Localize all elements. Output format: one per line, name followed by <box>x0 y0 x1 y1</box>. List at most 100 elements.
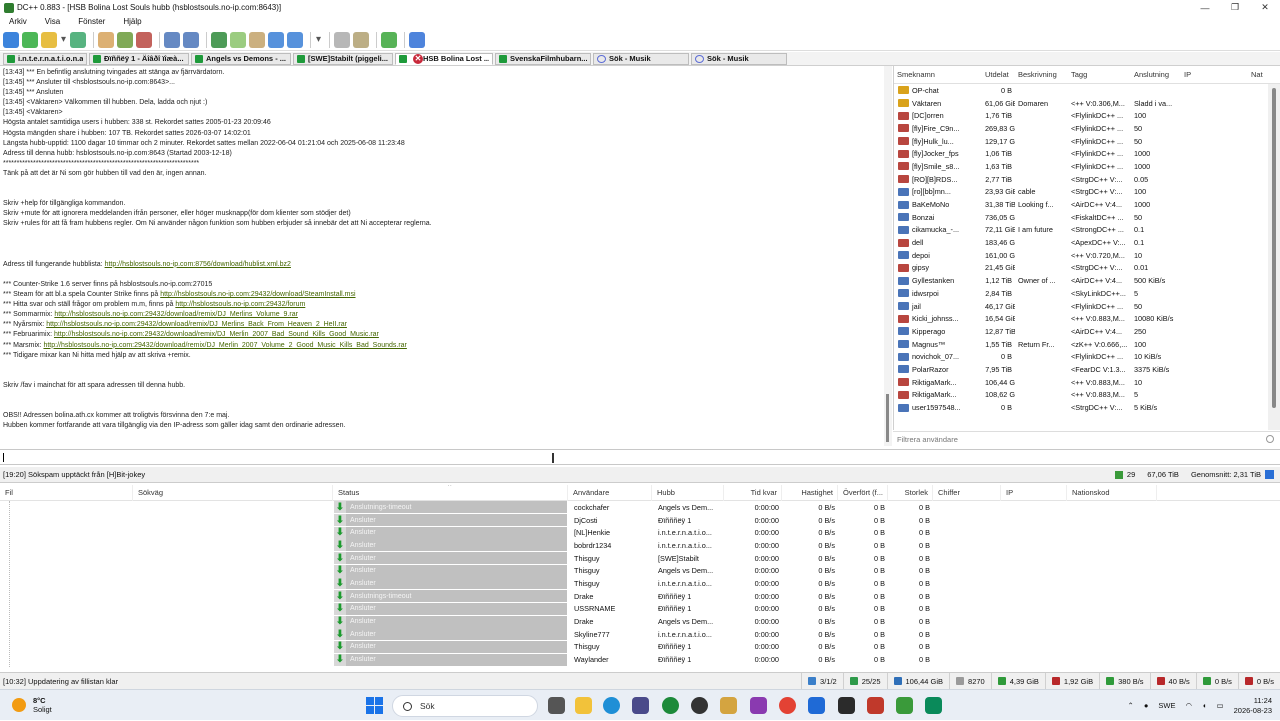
back-icon[interactable] <box>3 31 19 48</box>
edge-icon[interactable] <box>603 697 620 714</box>
transfer-column-header[interactable]: IP <box>1001 485 1067 501</box>
user-scroll-thumb[interactable] <box>1272 88 1276 408</box>
close-tab-icon[interactable]: ✕ <box>413 53 423 64</box>
gear-icon[interactable] <box>334 31 350 48</box>
favorite-dropdown-icon[interactable]: ▾ <box>60 32 67 48</box>
checkbox-icon[interactable] <box>1265 470 1274 479</box>
close-button[interactable]: ✕ <box>1250 0 1280 15</box>
user-row[interactable]: [fly]Jocker_fps 1,06 TiB <FlylinkDC++ ... 1… <box>894 147 1280 160</box>
user-row[interactable]: [fly]Smile_s8... 1,63 TiB <FlylinkDC++ ...… <box>894 160 1280 173</box>
chrome-icon[interactable] <box>779 697 796 714</box>
user-row[interactable]: RiktigaMark... 106,44 GiB <++ V:0.883,M...… <box>894 376 1280 389</box>
xbox-icon[interactable] <box>662 697 679 714</box>
user-row[interactable]: RiktigaMark... 108,62 GiB <++ V:0.883,M...… <box>894 389 1280 402</box>
network-stats-icon[interactable] <box>249 31 265 48</box>
help-icon[interactable] <box>409 31 425 48</box>
microphone-icon[interactable]: ● <box>1144 701 1149 710</box>
chat-link[interactable]: http://hsblostsouls.no-ip.com:29432/down… <box>46 321 347 328</box>
user-row[interactable]: Magnus™ 1,55 TiB Return Fr... <zK++ V:0.666… <box>894 338 1280 351</box>
user-list-scrollbar[interactable] <box>1268 84 1280 430</box>
user-column-header[interactable]: Tagg <box>1068 70 1131 79</box>
finished-icon[interactable] <box>117 31 133 48</box>
user-row[interactable]: user1597548... 0 B <StrgDC++ V:... 5 KiB/s <box>894 401 1280 414</box>
volume-icon[interactable]: ◖ <box>1202 701 1207 710</box>
transfer-column-header[interactable]: Hubb <box>652 485 724 501</box>
menu-visa[interactable]: Visa <box>45 17 60 26</box>
transfer-row[interactable]: ⬇ Ansluter Thisguy i.n.t.e.r.n.a.t.i.o... 0:… <box>0 577 1280 590</box>
transfer-row[interactable]: ⬇ Ansluter Thisguy Đïñññëÿ 1 0:00:00 0 B/s 0 B… <box>0 640 1280 654</box>
user-row[interactable]: [DC]orren 1,76 TiB <FlylinkDC++ ... 100 <box>894 109 1280 122</box>
transfer-row[interactable]: ⬇ Ansluter DjCosti Đïñññëÿ 1 0:00:00 0 B/s 0 B… <box>0 514 1280 527</box>
menu-fonster[interactable]: Fönster <box>78 17 105 26</box>
transfer-column-header[interactable]: Sökväg <box>133 485 333 501</box>
taskbar-search[interactable]: Sök <box>392 695 538 717</box>
messenger-icon[interactable] <box>750 697 767 714</box>
hub-tab[interactable]: i.n.t.e.r.n.a.t.i.o.n.a.l... <box>3 52 87 65</box>
hub-tab[interactable]: ✕ HSB Bolina Lost ... <box>395 52 493 65</box>
transfer-row[interactable]: ⬇ Ansluter [NL]Henkie i.n.t.e.r.n.a.t.i.o..… <box>0 526 1280 539</box>
settings-dropdown-icon[interactable]: ▾ <box>315 32 322 48</box>
archive-icon[interactable] <box>720 697 737 714</box>
adl-search-icon[interactable] <box>183 31 199 48</box>
transfer-column-header[interactable]: Tid kvar <box>724 485 782 501</box>
user-row[interactable]: [ro][bb]mn... 23,93 GiB cable <StrgDC++ V:.… <box>894 186 1280 199</box>
game-icon[interactable] <box>838 697 855 714</box>
user-row[interactable]: gipsy 21,45 GiB <StrgDC++ V:... 0.01 <box>894 262 1280 275</box>
transfer-row[interactable]: ⬇ Ansluter Drake Angels vs Dem... 0:00:00 0 B… <box>0 615 1280 628</box>
hub-tab[interactable]: [SWE]Stabilt (piggeli... <box>293 52 393 65</box>
user-row[interactable]: novichok_07... 0 B <FlylinkDC++ ... 10 KiB/… <box>894 350 1280 363</box>
transfer-row[interactable]: ⬇ Anslutnings-timeout cockchafer Angels vs … <box>0 501 1280 514</box>
hub-tab[interactable]: Sök - Musik <box>691 52 787 65</box>
file-explorer-icon[interactable] <box>575 697 592 714</box>
user-column-header[interactable]: IP <box>1181 70 1248 79</box>
user-column-header[interactable]: Smeknamn <box>894 70 982 79</box>
user-row[interactable]: OP-chat 0 B <box>894 84 1280 97</box>
user-row[interactable]: Kipperago 12,87 TiB <AirDC++ V:4... 250 <box>894 325 1280 338</box>
reconnect-icon[interactable] <box>22 31 38 48</box>
user-row[interactable]: [fly]Hulk_lu... 129,17 GiB <FlylinkDC++ ..… <box>894 135 1280 148</box>
user-row[interactable]: cikamucka_-... 72,11 GiB I am future <Stron… <box>894 224 1280 237</box>
user-row[interactable]: Kicki_johnss... 16,54 GiB <++ V:0.883,M...… <box>894 312 1280 325</box>
spy-icon[interactable] <box>211 31 227 48</box>
transfer-row[interactable]: ⬇ Ansluter Skyline777 i.n.t.e.r.n.a.t.i.o..… <box>0 628 1280 641</box>
maximize-button[interactable]: ❐ <box>1220 0 1250 15</box>
language-indicator[interactable]: SWE <box>1158 701 1175 710</box>
minimize-button[interactable]: — <box>1190 0 1220 15</box>
outlook-icon[interactable] <box>808 697 825 714</box>
plugin-icon[interactable] <box>381 31 397 48</box>
user-row[interactable]: BaKeMoNo 31,38 TiB Looking f... <AirDC++ V:… <box>894 198 1280 211</box>
user-filter-input[interactable]: Filtrera användare <box>893 431 1280 445</box>
chat-scrollbar[interactable] <box>884 66 892 446</box>
chat-link[interactable]: http://hsblostsouls.no-ip.com:29432/down… <box>160 291 355 298</box>
hub-tab[interactable]: SvenskaFilmhubarn... <box>495 52 591 65</box>
hash-app-icon[interactable] <box>867 697 884 714</box>
transfer-row[interactable]: ⬇ Ansluter Waylander Đïñññëÿ 1 0:00:00 0 B/s 0… <box>0 653 1280 666</box>
transfer-row[interactable]: ⬇ Ansluter USSRNAME Đïñññëÿ 1 0:00:00 0 B/s 0 … <box>0 602 1280 616</box>
edit-icon[interactable] <box>353 31 369 48</box>
queue-icon[interactable] <box>98 31 114 48</box>
transfer-row[interactable]: ⬇ Anslutnings-timeout Drake Đïñññëÿ 1 0:00:0… <box>0 590 1280 603</box>
chat-link[interactable]: http://hsblostsouls.no-ip.com:29432/down… <box>43 342 406 349</box>
upload-queue-icon[interactable] <box>136 31 152 48</box>
media-player-icon[interactable] <box>691 697 708 714</box>
clock[interactable]: 11:24 2026-08-23 <box>1234 696 1272 716</box>
user-row[interactable]: Väktaren 61,06 GiB Domaren <++ V:0.306,M...… <box>894 97 1280 110</box>
transfer-column-header[interactable]: Nationskod <box>1067 485 1157 501</box>
user-row[interactable]: [RO][B]RDS... 2,77 TiB <StrgDC++ V:... 0.05 <box>894 173 1280 186</box>
transfer-column-header[interactable]: Chiffer <box>933 485 1001 501</box>
weather-widget[interactable]: 8°C Soligt <box>12 696 212 714</box>
transfer-row[interactable]: ⬇ Ansluter bobrdr1234 i.n.t.e.r.n.a.t.i.o..… <box>0 539 1280 552</box>
hub-tab[interactable]: Sök - Musik <box>593 52 689 65</box>
menu-hjalp[interactable]: Hjälp <box>123 17 141 26</box>
user-column-header[interactable]: Utdelat <box>982 70 1015 79</box>
user-row[interactable]: idwsrpoi 2,84 TiB <SkyLinkDC++... 5 <box>894 287 1280 300</box>
chat-link[interactable]: http://hsblostsouls.no-ip.com:29432/down… <box>54 331 379 338</box>
user-column-header[interactable]: Anslutning <box>1131 70 1181 79</box>
transfer-column-header[interactable]: Fil <box>0 485 133 501</box>
user-row[interactable]: Bonzai 736,05 GiB <FiskaltDC++ ... 50 <box>894 211 1280 224</box>
search-icon[interactable] <box>164 31 180 48</box>
whatsapp-icon[interactable] <box>925 697 942 714</box>
transfer-column-header[interactable]: Användare <box>568 485 652 501</box>
download-icon[interactable] <box>268 31 284 48</box>
transfer-column-header[interactable]: Storlek <box>888 485 933 501</box>
